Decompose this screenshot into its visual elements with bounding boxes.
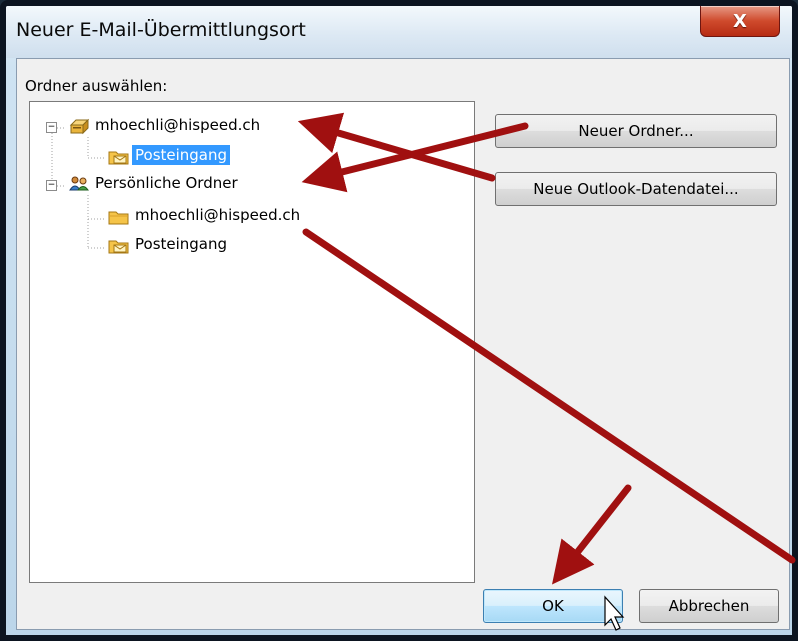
collapse-toggle[interactable]: −	[46, 122, 57, 133]
window-title: Neuer E-Mail-Übermittlungsort	[16, 19, 306, 41]
inbox-folder-icon	[108, 240, 129, 254]
personal-folders-icon	[69, 176, 89, 191]
dialog-client-area: Ordner auswählen: − mhoechli@hispeed.ch …	[16, 58, 790, 630]
cancel-button[interactable]: Abbrechen	[639, 589, 779, 623]
tree-item-personal-folders[interactable]: Persönliche Ordner	[92, 174, 241, 192]
tree-item-mailbox[interactable]: mhoechli@hispeed.ch	[92, 116, 263, 134]
folder-tree[interactable]: − mhoechli@hispeed.ch Posteingang − Pers…	[29, 101, 475, 583]
dialog-window: Neuer E-Mail-Übermittlungsort X Ordner a…	[0, 0, 798, 641]
tree-item-account-folder[interactable]: mhoechli@hispeed.ch	[132, 206, 303, 224]
mailbox-icon	[69, 118, 90, 135]
collapse-toggle[interactable]: −	[46, 180, 57, 191]
tree-label: Ordner auswählen:	[25, 77, 168, 95]
title-bar[interactable]: Neuer E-Mail-Übermittlungsort X	[6, 6, 792, 58]
new-outlook-datafile-button[interactable]: Neue Outlook-Datendatei...	[495, 172, 777, 206]
tree-item-posteingang[interactable]: Posteingang	[132, 235, 230, 253]
tree-item-posteingang-selected[interactable]: Posteingang	[132, 145, 231, 165]
close-icon: X	[733, 10, 747, 32]
ok-button[interactable]: OK	[483, 589, 623, 623]
inbox-folder-icon	[108, 151, 129, 165]
new-folder-button[interactable]: Neuer Ordner...	[495, 114, 777, 148]
folder-icon	[108, 211, 129, 225]
close-button[interactable]: X	[700, 6, 780, 37]
